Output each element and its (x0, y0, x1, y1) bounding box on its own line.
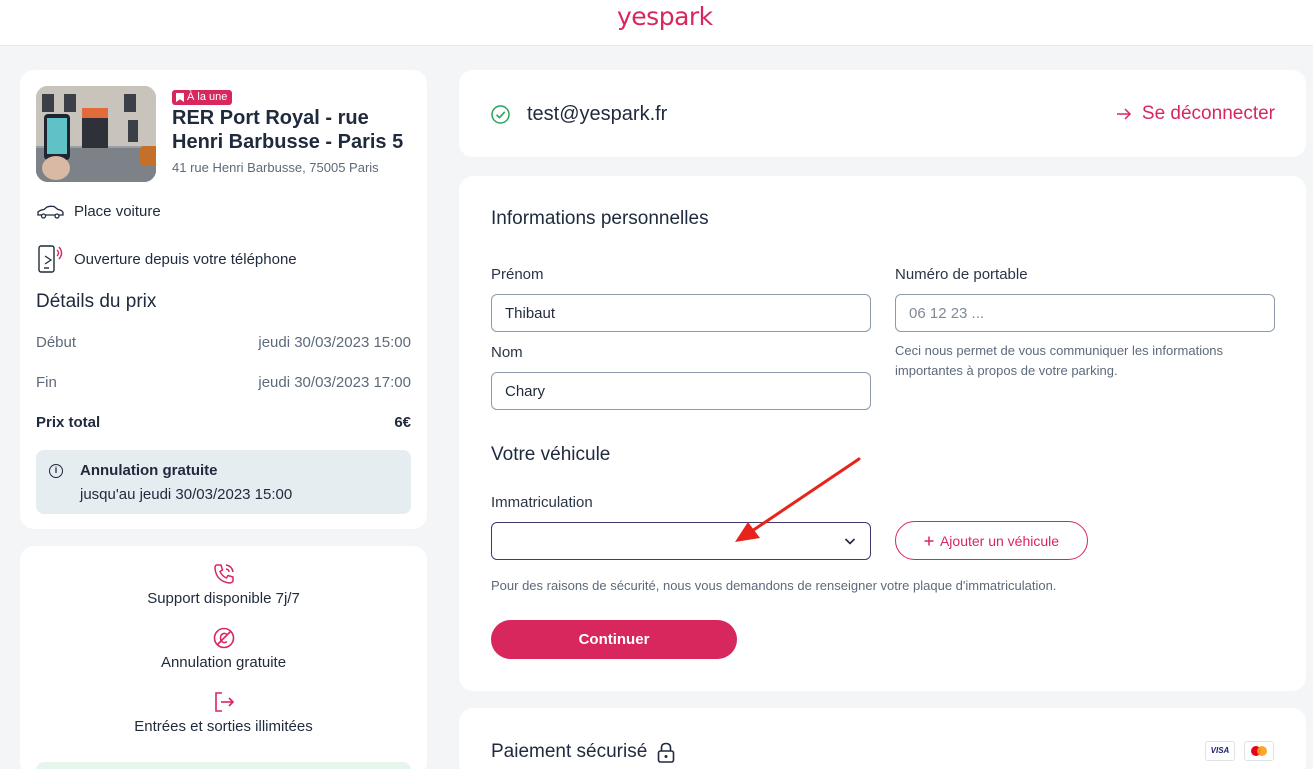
logout-label: Se déconnecter (1141, 103, 1275, 124)
perk-strip (36, 762, 411, 769)
account-card: test@yespark.fr Se déconnecter (459, 70, 1306, 157)
price-row-label: Début (36, 334, 77, 351)
free-cancellation-title: Annulation gratuite (80, 462, 218, 479)
free-cancellation-notice: i Annulation gratuite jusqu'au jeudi 30/… (36, 450, 411, 514)
price-row-total: Prix total 6€ (36, 414, 411, 431)
phone-field[interactable] (895, 294, 1275, 332)
featured-badge: À la une (172, 90, 233, 105)
first-name-label: Prénom (491, 266, 544, 283)
vehicle-help-text: Pour des raisons de sécurité, nous vous … (491, 578, 1057, 593)
perk-free-cancellation-label: Annulation gratuite (160, 654, 287, 671)
last-name-field[interactable] (491, 372, 871, 410)
feature-phone-access: Ouverture depuis votre téléphone (36, 244, 297, 274)
no-fee-icon (213, 627, 234, 649)
price-row-start: Début jeudi 30/03/2023 15:00 (36, 334, 411, 351)
perk-support: Support disponible 7j/7 (20, 562, 427, 607)
feature-phone-access-label: Ouverture depuis votre téléphone (74, 250, 297, 268)
parking-address: 41 rue Henri Barbusse, 75005 Paris (172, 160, 379, 175)
perks-card: Support disponible 7j/7 Annulation gratu… (20, 546, 427, 769)
chevron-down-icon (844, 538, 856, 545)
continue-button[interactable]: Continuer (491, 620, 737, 659)
car-icon (37, 205, 64, 219)
phone-label: Numéro de portable (895, 266, 1028, 283)
first-name-field[interactable] (491, 294, 871, 332)
feature-car-spot: Place voiture (36, 203, 161, 220)
check-circle-icon (491, 105, 510, 124)
payment-title: Paiement sécurisé (491, 741, 675, 763)
exit-icon (214, 692, 234, 712)
top-bar: yespark (0, 0, 1313, 46)
price-row-label: Fin (36, 374, 57, 391)
plate-label: Immatriculation (491, 494, 593, 511)
free-cancellation-deadline: jusqu'au jeudi 30/03/2023 15:00 (80, 486, 293, 503)
account-email: test@yespark.fr (527, 103, 668, 125)
price-row-value: jeudi 30/03/2023 17:00 (258, 374, 411, 391)
phone-help-text: Ceci nous permet de vous communiquer les… (895, 343, 1224, 378)
plate-select[interactable] (491, 522, 871, 560)
lock-icon (657, 742, 675, 763)
price-row-value: 6€ (394, 414, 411, 431)
phone-unlock-icon (38, 245, 63, 273)
mastercard-logo (1244, 741, 1274, 761)
price-row-label: Prix total (36, 414, 101, 431)
add-vehicle-button[interactable]: Ajouter un véhicule (895, 521, 1088, 560)
perk-unlimited-access-label: Entrées et sorties illimitées (134, 718, 313, 735)
price-row-value: jeudi 30/03/2023 15:00 (258, 334, 411, 351)
visa-logo-text: VISA (1210, 746, 1230, 755)
last-name-label: Nom (491, 344, 523, 361)
perk-support-label: Support disponible 7j/7 (147, 590, 300, 607)
price-details-heading: Détails du prix (36, 291, 157, 312)
parking-photo (36, 86, 156, 182)
vehicle-title: Votre véhicule (491, 444, 611, 465)
arrow-right-icon (1116, 108, 1131, 120)
plus-icon (924, 536, 934, 545)
perk-free-cancellation: Annulation gratuite (20, 626, 427, 671)
perk-unlimited-access: Entrées et sorties illimitées (20, 690, 427, 735)
add-vehicle-label: Ajouter un véhicule (939, 532, 1060, 549)
parking-summary-card: À la une RER Port Royal - rue Henri Barb… (20, 70, 427, 529)
parking-title: RER Port Royal - rue Henri Barbusse - Pa… (172, 107, 404, 153)
yespark-logo[interactable]: yespark (617, 2, 713, 31)
price-row-end: Fin jeudi 30/03/2023 17:00 (36, 374, 411, 391)
payment-title-label: Paiement sécurisé (491, 741, 648, 762)
booking-form-card: Informations personnelles Prénom Numéro … (459, 176, 1306, 691)
featured-badge-label: À la une (187, 91, 228, 103)
bookmark-icon (176, 93, 184, 102)
phone-support-icon (213, 564, 234, 584)
visa-logo: VISA (1205, 741, 1235, 761)
info-icon: i (49, 464, 63, 478)
logout-link[interactable]: Se déconnecter (1116, 103, 1275, 125)
personal-info-title: Informations personnelles (491, 208, 709, 229)
payment-card: Paiement sécurisé VISA (459, 708, 1306, 769)
feature-car-spot-label: Place voiture (74, 203, 161, 220)
